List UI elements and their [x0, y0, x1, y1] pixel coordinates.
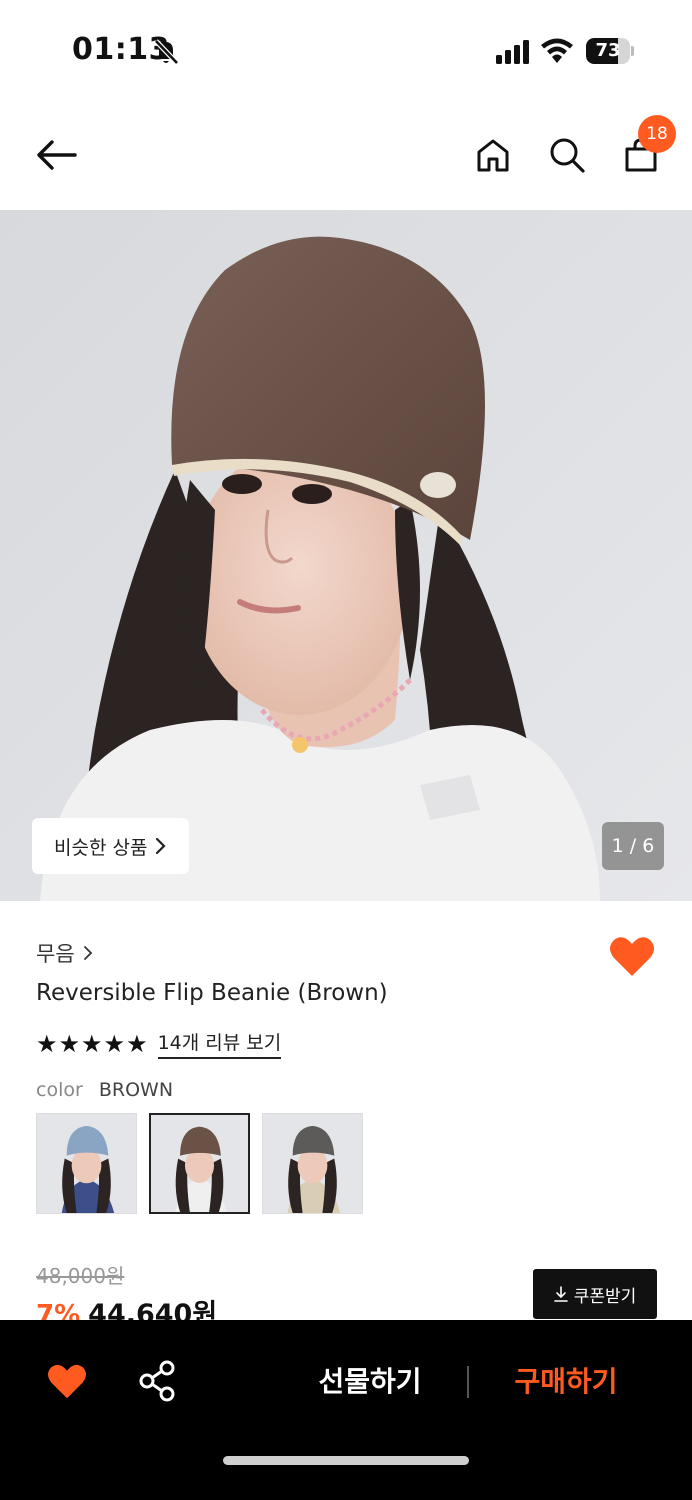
similar-products-label: 비슷한 상품: [54, 836, 148, 859]
bottom-divider: [467, 1366, 469, 1398]
similar-products-button[interactable]: 비슷한 상품: [32, 818, 190, 874]
color-swatch-gray[interactable]: [262, 1113, 363, 1214]
back-arrow-icon: [37, 140, 77, 170]
top-nav: [0, 100, 692, 210]
heart-icon: [610, 937, 654, 976]
status-bar: 01:13 73: [0, 0, 692, 100]
chevron-right-icon: [156, 837, 167, 855]
review-link[interactable]: 14개 리뷰 보기: [157, 1028, 282, 1059]
home-button[interactable]: [468, 130, 518, 180]
home-icon: [477, 139, 509, 172]
swatch-thumbnail: [263, 1114, 362, 1213]
wishlist-heart-button[interactable]: [608, 934, 656, 978]
rating-stars: ★ ★ ★ ★ ★: [36, 1030, 148, 1058]
product-image-carousel[interactable]: 비슷한 상품 1 / 6: [0, 210, 692, 901]
color-row: color BROWN: [36, 1079, 173, 1101]
color-swatch-blue[interactable]: [36, 1113, 137, 1214]
buy-button[interactable]: 구매하기: [496, 1360, 636, 1404]
color-swatches: [36, 1113, 363, 1214]
star-icon: ★: [126, 1029, 148, 1058]
heart-icon: [48, 1364, 86, 1399]
product-title: Reversible Flip Beanie (Brown): [36, 980, 388, 1006]
share-icon: [139, 1360, 175, 1402]
battery-level: 73: [595, 40, 621, 61]
bottom-action-bar: 선물하기 구매하기: [0, 1320, 692, 1500]
rating-row: ★ ★ ★ ★ ★ 14개 리뷰 보기: [36, 1028, 282, 1059]
search-icon: [550, 138, 585, 173]
back-button[interactable]: [32, 130, 82, 180]
brand-link[interactable]: 무음: [36, 938, 93, 968]
color-swatch-brown[interactable]: [149, 1113, 250, 1214]
coupon-label: 쿠폰받기: [573, 1286, 637, 1307]
original-price: 48,000원: [36, 1264, 125, 1288]
gift-button[interactable]: 선물하기: [300, 1360, 440, 1404]
swatch-thumbnail: [151, 1115, 248, 1212]
cart-count-badge: 18: [638, 115, 676, 153]
star-icon: ★: [81, 1029, 103, 1058]
brand-name: 무음: [36, 942, 75, 966]
bottom-wishlist-button[interactable]: [46, 1362, 88, 1400]
chevron-right-icon: [83, 946, 92, 960]
star-icon: ★: [58, 1029, 81, 1058]
color-value: BROWN: [98, 1079, 174, 1101]
share-button[interactable]: [138, 1360, 176, 1402]
swatch-thumbnail: [37, 1114, 136, 1213]
battery-icon: 73: [586, 38, 634, 64]
page-indicator: 1 / 6: [602, 822, 664, 870]
star-icon: ★: [36, 1029, 58, 1058]
search-button[interactable]: [542, 130, 592, 180]
coupon-button[interactable]: 쿠폰받기: [533, 1269, 657, 1319]
star-icon: ★: [103, 1029, 126, 1058]
home-indicator[interactable]: [223, 1456, 469, 1465]
signal-icon: [496, 40, 532, 68]
download-icon: [553, 1286, 568, 1302]
wifi-icon: [540, 38, 574, 68]
bell-slash-icon: [152, 38, 180, 66]
product-photo: [0, 210, 692, 901]
color-label: color: [36, 1079, 83, 1101]
